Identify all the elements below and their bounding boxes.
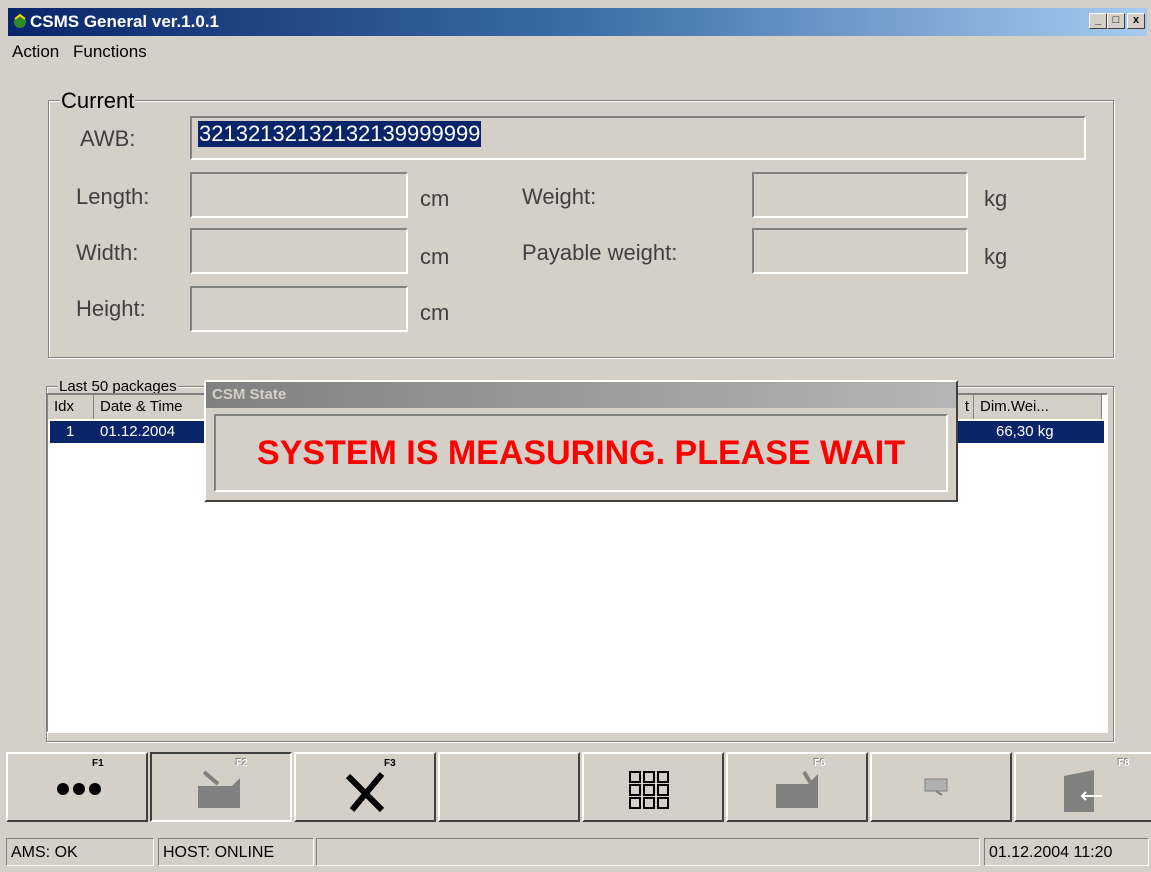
awb-label: AWB: — [80, 126, 136, 151]
f3-button[interactable]: F3 — [294, 752, 436, 822]
minimize-button[interactable]: _ — [1089, 13, 1107, 29]
height-field[interactable] — [190, 286, 408, 332]
width-field[interactable] — [190, 228, 408, 274]
f2-button[interactable]: F2 — [150, 752, 292, 822]
weight-unit: kg — [984, 186, 1008, 211]
dialog-title[interactable]: CSM State — [206, 382, 956, 408]
grid-icon — [629, 771, 669, 809]
more-icon — [57, 783, 101, 795]
function-toolbar: F1 F2 F3 F6 F8 — [6, 752, 1151, 822]
weight-label: Weight: — [522, 184, 597, 209]
app-icon — [14, 13, 26, 28]
menu-functions[interactable]: Functions — [73, 42, 147, 62]
payable-weight-label: Payable weight: — [522, 240, 678, 265]
status-datetime: 01.12.2004 11:20 — [984, 838, 1149, 866]
length-unit: cm — [420, 186, 450, 211]
f8-label: F8 — [1118, 758, 1130, 769]
menu-bar: Action Functions — [8, 38, 1147, 62]
length-field[interactable] — [190, 172, 408, 218]
keyboard-icon — [924, 778, 948, 796]
close-button[interactable]: x — [1127, 13, 1145, 29]
status-bar: AMS: OK HOST: ONLINE 01.12.2004 11:20 — [6, 838, 1149, 868]
window-title: CSMS General ver.1.0.1 — [30, 12, 219, 31]
weight-field[interactable] — [752, 172, 968, 218]
title-bar: CSMS General ver.1.0.1 _ □ x — [8, 8, 1147, 36]
package-out-icon — [776, 770, 818, 808]
column-idx[interactable]: Idx — [48, 395, 94, 419]
height-label: Height: — [76, 296, 146, 321]
current-group-label: Current — [60, 88, 136, 114]
f1-button[interactable]: F1 — [6, 752, 148, 822]
width-unit: cm — [420, 244, 450, 269]
csm-state-dialog: CSM State SYSTEM IS MEASURING. PLEASE WA… — [204, 380, 958, 502]
f1-label: F1 — [92, 758, 104, 769]
f6-button[interactable]: F6 — [726, 752, 868, 822]
row-dim-weight: 66,30 kg — [996, 423, 1054, 440]
delete-icon — [345, 772, 385, 813]
height-unit: cm — [420, 300, 450, 325]
f7-button[interactable] — [870, 752, 1012, 822]
payable-weight-field[interactable] — [752, 228, 968, 274]
width-label: Width: — [76, 240, 139, 265]
exit-icon — [1064, 770, 1102, 812]
menu-action[interactable]: Action — [12, 42, 59, 62]
status-message — [316, 838, 980, 866]
f8-button[interactable]: F8 — [1014, 752, 1151, 822]
maximize-button[interactable]: □ — [1107, 13, 1125, 29]
awb-value: 32132132132132139999999 — [198, 121, 482, 147]
row-idx: 1 — [66, 423, 75, 440]
row-date: 01.12.2004 — [100, 423, 176, 440]
awb-field[interactable]: 32132132132132139999999 — [190, 116, 1086, 160]
payable-weight-unit: kg — [984, 244, 1008, 269]
f4-button[interactable] — [438, 752, 580, 822]
status-host: HOST: ONLINE — [158, 838, 314, 866]
package-icon — [198, 770, 240, 808]
column-dim-weight[interactable]: Dim.Wei... — [974, 395, 1102, 419]
f5-button[interactable] — [582, 752, 724, 822]
status-ams: AMS: OK — [6, 838, 154, 866]
length-label: Length: — [76, 184, 150, 209]
dialog-message: SYSTEM IS MEASURING. PLEASE WAIT — [257, 434, 905, 472]
dialog-message-box: SYSTEM IS MEASURING. PLEASE WAIT — [214, 414, 948, 492]
